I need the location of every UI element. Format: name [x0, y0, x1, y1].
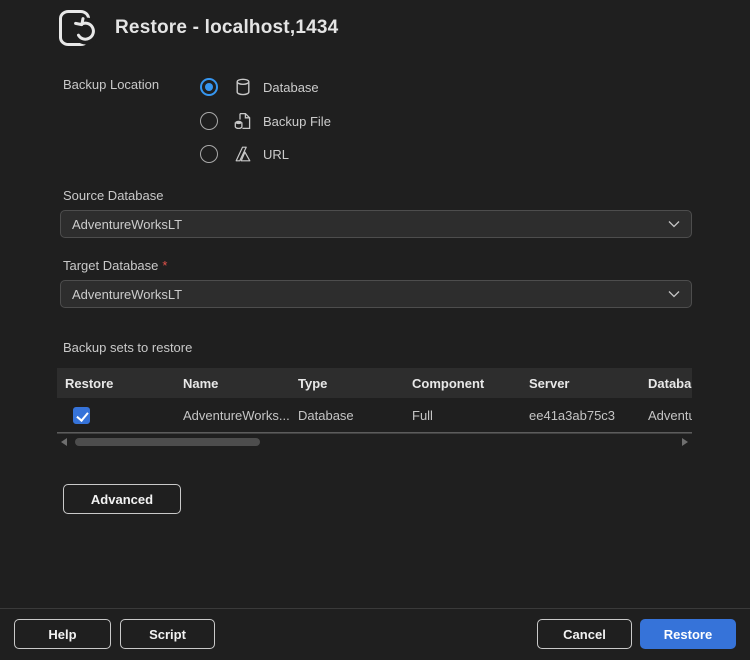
radio-label: Backup File [263, 114, 331, 129]
table-row[interactable]: AdventureWorks... Database Full ee41a3ab… [57, 398, 692, 433]
radio-option-backup-file[interactable]: Backup File [200, 111, 331, 131]
azure-icon [232, 144, 254, 164]
scroll-right-icon[interactable] [682, 438, 688, 446]
cell-type: Database [290, 408, 404, 423]
horizontal-scrollbar[interactable] [57, 433, 692, 448]
dropdown-value: AdventureWorksLT [72, 287, 182, 302]
radio-label: Database [263, 80, 319, 95]
radio-button[interactable] [200, 78, 218, 96]
cell-database: AdventureWorksLT [640, 408, 692, 423]
backup-sets-table: Restore Name Type Component Server Datab… [57, 368, 692, 433]
chevron-down-icon [668, 290, 680, 298]
column-header-server: Server [521, 376, 640, 391]
radio-label: URL [263, 147, 289, 162]
restore-checkbox[interactable] [73, 407, 90, 424]
restore-database-icon [56, 8, 100, 48]
radio-button[interactable] [200, 112, 218, 130]
advanced-button[interactable]: Advanced [63, 484, 181, 514]
chevron-down-icon [668, 220, 680, 228]
cancel-button[interactable]: Cancel [537, 619, 632, 649]
column-header-type: Type [290, 376, 404, 391]
cell-component: Full [404, 408, 521, 423]
required-marker: * [162, 258, 167, 273]
radio-option-url[interactable]: URL [200, 144, 289, 164]
target-database-dropdown[interactable]: AdventureWorksLT [60, 280, 692, 308]
target-database-label: Target Database* [63, 258, 167, 273]
source-database-dropdown[interactable]: AdventureWorksLT [60, 210, 692, 238]
database-icon [232, 77, 254, 97]
backup-sets-label: Backup sets to restore [63, 340, 192, 355]
script-button[interactable]: Script [120, 619, 215, 649]
cell-server: ee41a3ab75c3 [521, 408, 640, 423]
backup-location-label: Backup Location [63, 77, 159, 92]
table-header-row: Restore Name Type Component Server Datab… [57, 368, 692, 398]
scrollbar-thumb[interactable] [75, 438, 260, 446]
footer-divider [0, 608, 750, 609]
scroll-left-icon[interactable] [61, 438, 67, 446]
column-header-component: Component [404, 376, 521, 391]
dropdown-value: AdventureWorksLT [72, 217, 182, 232]
help-button[interactable]: Help [14, 619, 111, 649]
column-header-name: Name [175, 376, 290, 391]
radio-option-database[interactable]: Database [200, 77, 319, 97]
restore-button[interactable]: Restore [640, 619, 736, 649]
source-database-label: Source Database [63, 188, 163, 203]
dialog-header: Restore - localhost,1434 [56, 8, 338, 48]
radio-button[interactable] [200, 145, 218, 163]
column-header-restore: Restore [57, 376, 175, 391]
column-header-database: Database [640, 376, 692, 391]
page-title: Restore - localhost,1434 [115, 17, 338, 39]
cell-name: AdventureWorks... [175, 408, 290, 423]
backup-file-icon [232, 111, 254, 131]
